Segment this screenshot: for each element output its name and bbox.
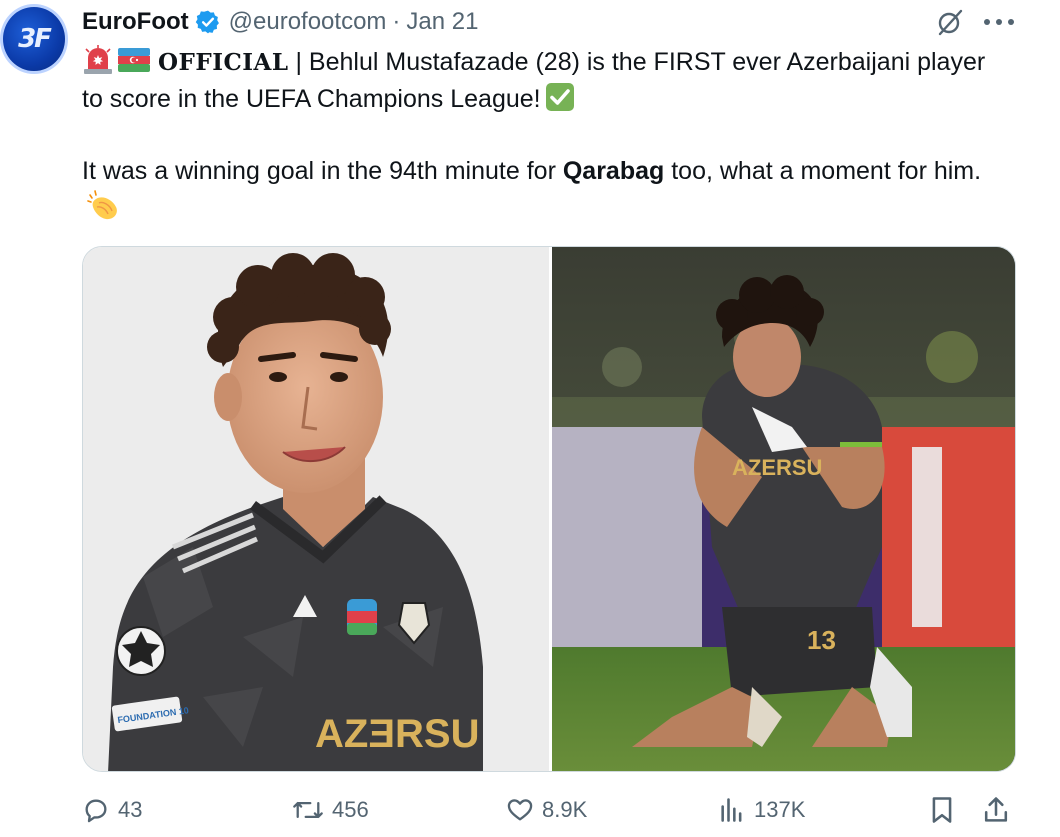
shorts-number-text: 13 [807, 625, 836, 655]
tweet-paragraph-1: OFFICIAL | Behlul Mustafazade (28) is th… [82, 44, 1012, 117]
media-photo-celebration[interactable]: AZERSU 13 [552, 247, 1015, 771]
like-count: 8.9K [542, 797, 588, 822]
left-shirt-sponsor-text: AZƎRSU [315, 712, 479, 756]
reply-count: 43 [118, 797, 143, 822]
verified-badge-icon[interactable] [195, 9, 221, 35]
reply-button[interactable]: 43 [82, 790, 142, 830]
tweet-paragraph-2-before: It was a winning goal in the 94th minute… [82, 157, 563, 185]
heart-icon [507, 799, 533, 821]
share-button[interactable] [982, 790, 1018, 830]
views-count: 137K [754, 797, 806, 822]
check-mark-emoji-icon [545, 83, 574, 112]
avatar[interactable]: 3F [0, 4, 68, 74]
views-icon [721, 798, 742, 822]
handle[interactable]: @eurofootcom [229, 8, 387, 36]
repost-button[interactable]: 456 [292, 790, 369, 830]
tweet: 3F EuroFoot @eurofootcom · Jan 21 OFFICI… [0, 0, 1060, 837]
tweet-text: OFFICIAL | Behlul Mustafazade (28) is th… [82, 44, 1012, 225]
tweet-actions: 43 456 8.9K 137K [82, 790, 1016, 830]
portrait-illustration: FOUNDATION 10 AZƎRSU [83, 247, 549, 771]
media-photo-portrait[interactable]: FOUNDATION 10 AZƎRSU [83, 247, 549, 771]
tweet-paragraph-2-after: too, what a moment for him. [664, 157, 982, 185]
official-label: OFFICIAL [158, 49, 289, 76]
bookmark-icon [932, 797, 952, 823]
clapping-hands-emoji-icon [87, 190, 117, 220]
azerbaijan-flag-emoji-icon [118, 48, 150, 73]
celebration-illustration: AZERSU 13 [552, 247, 1015, 771]
qarabag-bold-text: Qarabag [562, 157, 665, 185]
bookmark-button[interactable] [928, 790, 964, 830]
tweet-media[interactable]: FOUNDATION 10 AZƎRSU AZERSU 13 [82, 246, 1016, 772]
siren-emoji-icon [84, 45, 112, 75]
repost-icon [293, 802, 323, 818]
grok-icon[interactable] [934, 6, 966, 38]
like-button[interactable]: 8.9K [506, 790, 587, 830]
tweet-paragraph-2: It was a winning goal in the 94th minute… [82, 153, 1012, 225]
more-options-icon[interactable] [984, 12, 1014, 32]
tweet-header: EuroFoot @eurofootcom · Jan 21 [82, 6, 478, 38]
right-shirt-sponsor-text: AZERSU [732, 455, 822, 480]
timestamp[interactable]: Jan 21 [406, 8, 478, 36]
share-icon [984, 797, 1008, 822]
avatar-logo-text: 3F [18, 24, 52, 54]
views-button[interactable]: 137K [718, 790, 805, 830]
separator-dot: · [392, 8, 401, 35]
reply-icon [85, 799, 107, 823]
repost-count: 456 [332, 797, 369, 822]
display-name[interactable]: EuroFoot [82, 8, 189, 36]
